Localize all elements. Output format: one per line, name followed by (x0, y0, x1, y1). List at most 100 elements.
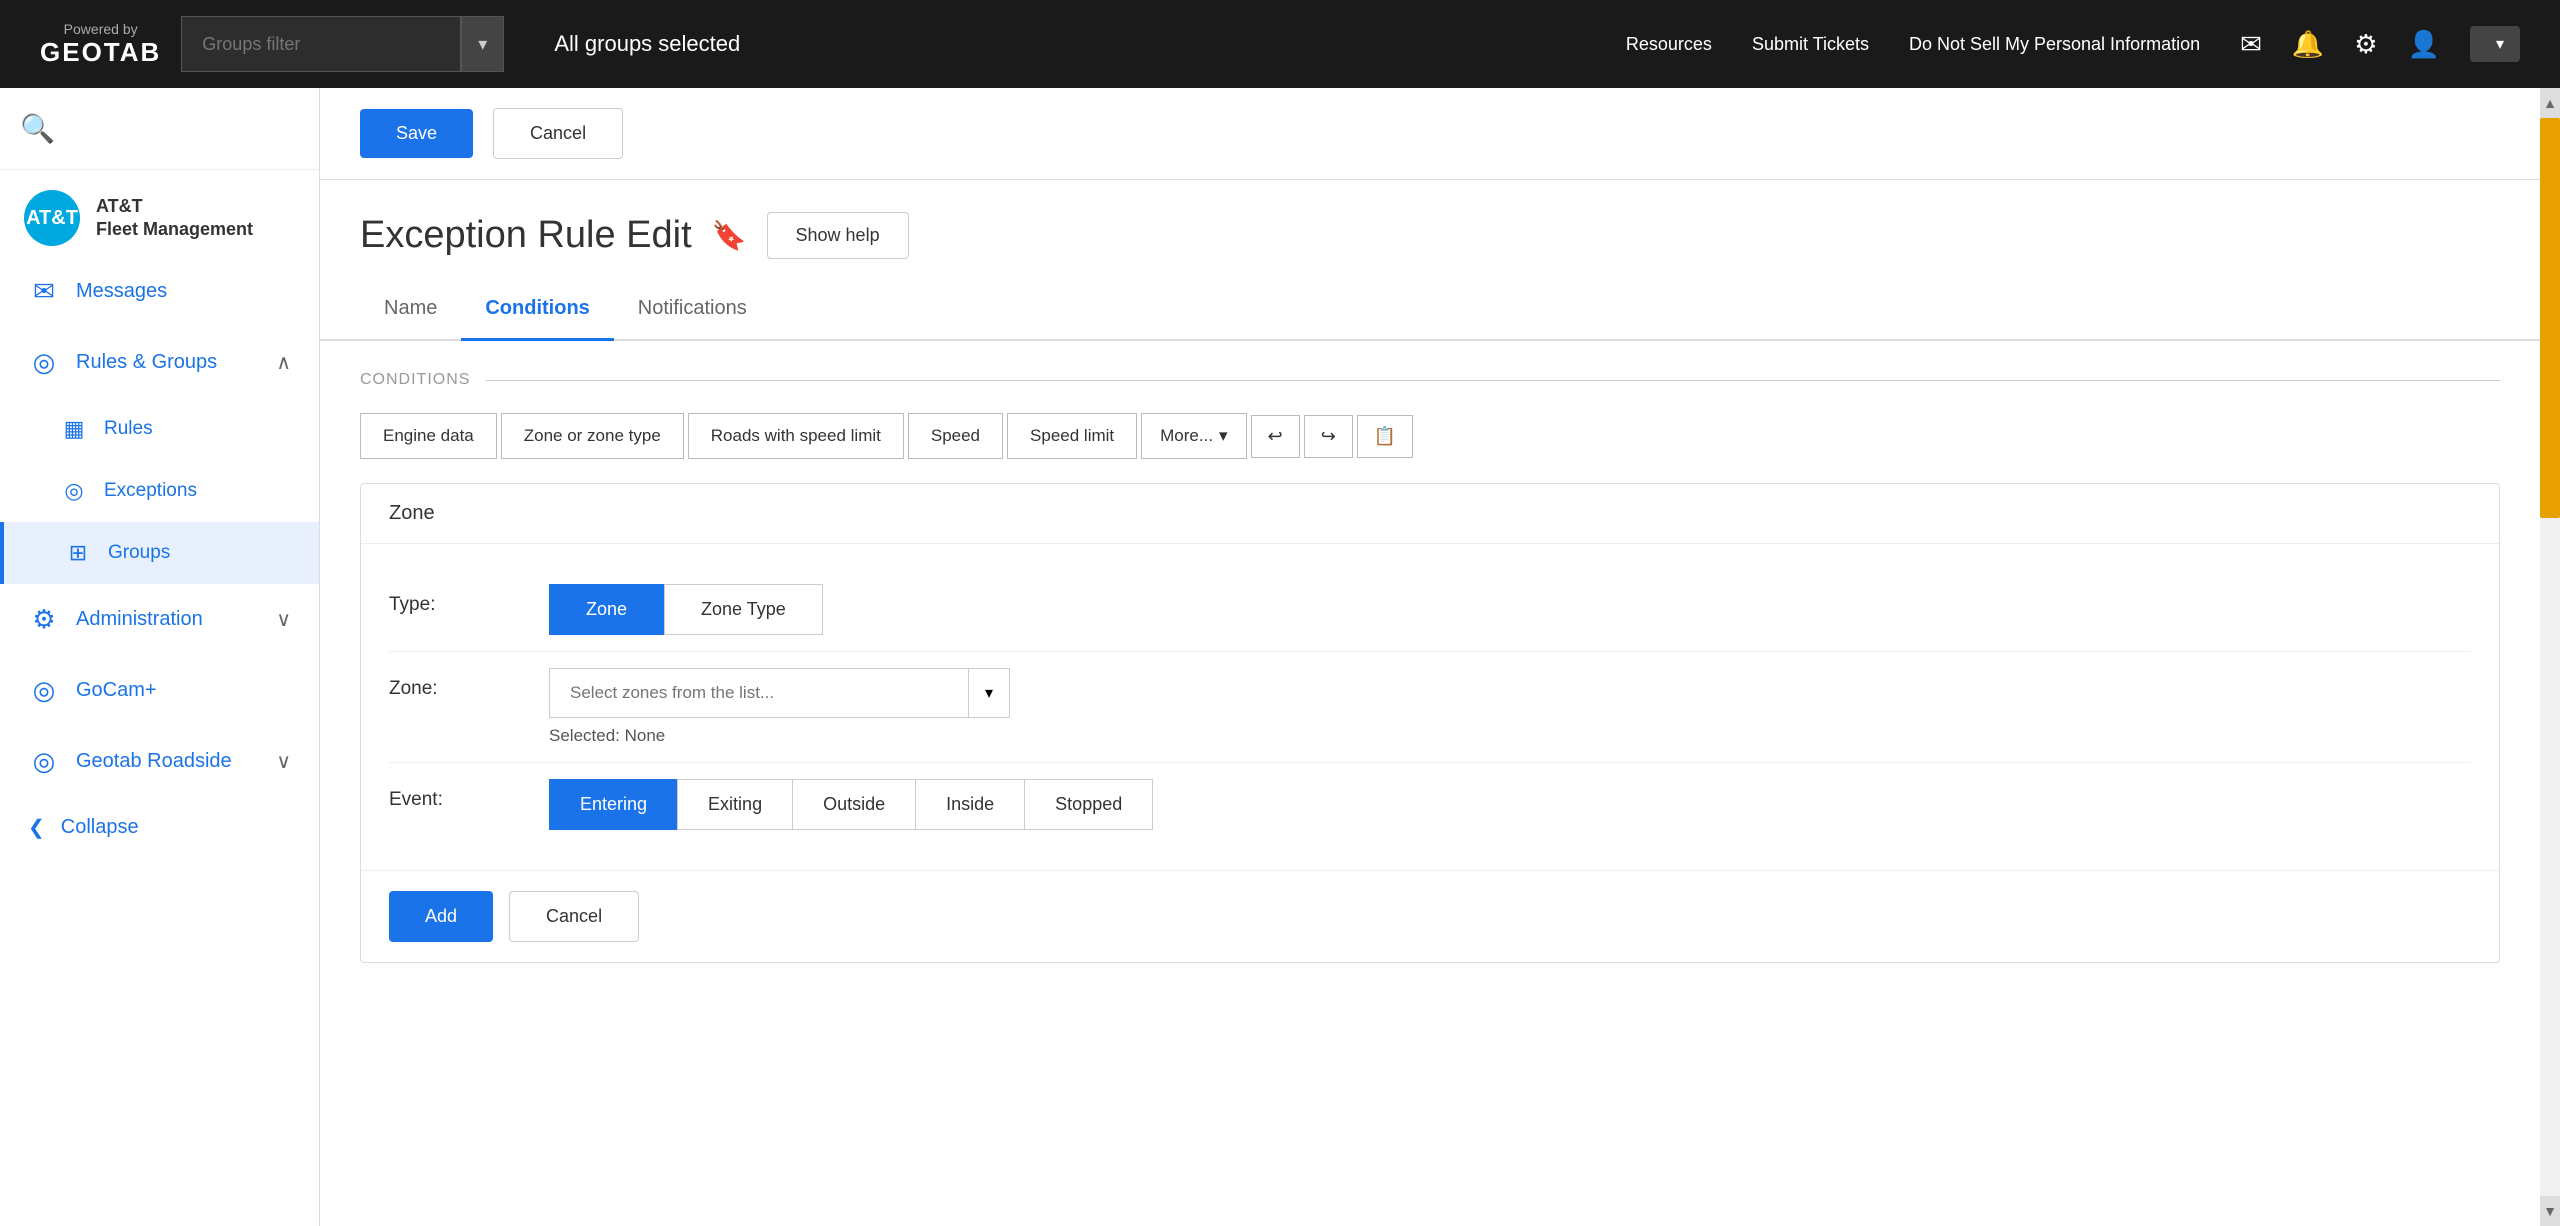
event-field: Event: Entering Exiting Outside Inside S… (389, 763, 2471, 846)
user-icon[interactable]: 👤 (2408, 29, 2440, 60)
type-field-value: Zone Zone Type (549, 584, 2471, 635)
more-label: More... (1160, 426, 1213, 446)
tabs-bar: Name Conditions Notifications (320, 279, 2540, 341)
topbar-icons: ✉ 🔔 ⚙ 👤 ▾ (2240, 26, 2520, 62)
type-zone-type-button[interactable]: Zone Type (664, 584, 823, 635)
sidebar-item-administration[interactable]: ⚙ Administration ∨ (0, 584, 319, 655)
sidebar-item-exceptions[interactable]: ◎ Exceptions (0, 460, 319, 522)
content-body: Exception Rule Edit 🔖 Show help Name Con… (320, 180, 2540, 1226)
sidebar-search-area: 🔍 (0, 88, 319, 170)
settings-icon[interactable]: ⚙ (2354, 29, 2377, 60)
type-field: Type: Zone Zone Type (389, 568, 2471, 652)
submit-tickets-link[interactable]: Submit Tickets (1752, 34, 1869, 55)
zone-card-header: Zone (361, 484, 2499, 544)
groups-filter-input[interactable] (181, 16, 461, 72)
bookmark-icon[interactable]: 🔖 (712, 219, 747, 252)
event-field-label: Event: (389, 779, 549, 811)
tab-notifications[interactable]: Notifications (614, 279, 771, 341)
sidebar: 🔍 AT&T AT&T Fleet Management ✉ Messages … (0, 88, 320, 1226)
att-line1: AT&T (96, 195, 253, 218)
groups-selected-text: All groups selected (554, 31, 740, 57)
topbar-left: Powered by GEOTAB ▾ All groups selected (40, 16, 740, 72)
card-cancel-button[interactable]: Cancel (509, 891, 639, 942)
collapse-button[interactable]: ❮ Collapse (0, 797, 319, 858)
more-button[interactable]: More... ▾ (1141, 413, 1246, 459)
engine-data-button[interactable]: Engine data (360, 413, 497, 459)
redo-button[interactable]: ↪ (1304, 415, 1353, 458)
scrollbar-thumb[interactable] (2540, 118, 2560, 518)
save-button[interactable]: Save (360, 109, 473, 158)
type-zone-button[interactable]: Zone (549, 584, 664, 635)
sidebar-label-rules-groups: Rules & Groups (76, 351, 217, 374)
right-scrollbar: ▲ ▼ (2540, 88, 2560, 1226)
event-field-value: Entering Exiting Outside Inside Stopped (549, 779, 2471, 830)
zone-select-input[interactable] (549, 668, 969, 718)
conditions-section: CONDITIONS Engine data Zone or zone type… (320, 341, 2540, 993)
mail-icon[interactable]: ✉ (2240, 29, 2262, 60)
sidebar-item-geotab-roadside[interactable]: ◎ Geotab Roadside ∨ (0, 726, 319, 797)
sidebar-label-gocam: GoCam+ (76, 679, 157, 702)
att-logo-circle: AT&T (24, 190, 80, 246)
zone-field: Zone: ▾ Selected: None (389, 652, 2471, 763)
sidebar-label-messages: Messages (76, 280, 167, 303)
page-title: Exception Rule Edit (360, 214, 692, 257)
gocam-icon: ◎ (28, 675, 60, 706)
event-exiting-button[interactable]: Exiting (677, 779, 792, 830)
user-menu[interactable]: ▾ (2470, 26, 2520, 62)
geotab-logo: Powered by GEOTAB (40, 21, 161, 68)
undo-button[interactable]: ↩ (1251, 415, 1300, 458)
bell-icon[interactable]: 🔔 (2292, 29, 2324, 60)
sidebar-label-rules: Rules (104, 418, 153, 440)
sidebar-item-groups[interactable]: ⊞ Groups (0, 522, 319, 584)
content-header: Save Cancel (320, 88, 2540, 180)
show-help-button[interactable]: Show help (767, 212, 909, 259)
collapse-icon: ❮ (28, 815, 45, 840)
scrollbar-up[interactable]: ▲ (2540, 88, 2560, 118)
page-title-area: Exception Rule Edit 🔖 Show help (320, 180, 2540, 279)
sidebar-nav: ✉ Messages ◎ Rules & Groups ∧ ▦ Rules ◎ … (0, 256, 319, 1226)
att-line2: Fleet Management (96, 218, 253, 241)
rules-icon: ▦ (60, 416, 88, 442)
sidebar-label-administration: Administration (76, 608, 203, 631)
topbar-right: Resources Submit Tickets Do Not Sell My … (1626, 26, 2520, 62)
type-btn-group: Zone Zone Type (549, 584, 2471, 635)
rules-groups-chevron: ∧ (276, 350, 291, 375)
sidebar-item-rules[interactable]: ▦ Rules (0, 398, 319, 460)
powered-by-text: Powered by (64, 21, 138, 37)
do-not-sell-link[interactable]: Do Not Sell My Personal Information (1909, 34, 2200, 55)
resources-link[interactable]: Resources (1626, 34, 1712, 55)
topbar: Powered by GEOTAB ▾ All groups selected … (0, 0, 2560, 88)
scrollbar-down[interactable]: ▼ (2540, 1196, 2560, 1226)
sidebar-label-geotab-roadside: Geotab Roadside (76, 750, 232, 773)
rules-groups-icon: ◎ (28, 347, 60, 378)
sidebar-item-messages[interactable]: ✉ Messages (0, 256, 319, 327)
cancel-header-button[interactable]: Cancel (493, 108, 623, 159)
zone-field-value: ▾ Selected: None (549, 668, 2471, 746)
roads-with-speed-limit-button[interactable]: Roads with speed limit (688, 413, 904, 459)
event-inside-button[interactable]: Inside (915, 779, 1024, 830)
sidebar-item-rules-groups[interactable]: ◎ Rules & Groups ∧ (0, 327, 319, 398)
add-button[interactable]: Add (389, 891, 493, 942)
zone-select-dropdown[interactable]: ▾ (969, 668, 1010, 718)
tab-conditions[interactable]: Conditions (461, 279, 613, 341)
brand-name: GEOTAB (40, 37, 161, 68)
speed-button[interactable]: Speed (908, 413, 1003, 459)
main-content: Save Cancel Exception Rule Edit 🔖 Show h… (320, 88, 2540, 1226)
search-icon[interactable]: 🔍 (20, 113, 55, 144)
event-entering-button[interactable]: Entering (549, 779, 677, 830)
zone-or-zone-type-button[interactable]: Zone or zone type (501, 413, 684, 459)
conditions-toolbar: Engine data Zone or zone type Roads with… (360, 413, 2500, 459)
sidebar-label-groups: Groups (108, 542, 170, 564)
zone-selected-text: Selected: None (549, 726, 2471, 746)
scrollbar-track (2540, 118, 2560, 1196)
copy-button[interactable]: 📋 (1357, 415, 1413, 458)
zone-card-footer: Add Cancel (361, 870, 2499, 962)
att-logo-abbr: AT&T (26, 207, 78, 230)
tab-name[interactable]: Name (360, 279, 461, 341)
event-stopped-button[interactable]: Stopped (1024, 779, 1153, 830)
event-outside-button[interactable]: Outside (792, 779, 915, 830)
speed-limit-button[interactable]: Speed limit (1007, 413, 1137, 459)
groups-filter-dropdown[interactable]: ▾ (461, 16, 504, 72)
conditions-label-text: CONDITIONS (360, 371, 470, 389)
sidebar-item-gocam[interactable]: ◎ GoCam+ (0, 655, 319, 726)
